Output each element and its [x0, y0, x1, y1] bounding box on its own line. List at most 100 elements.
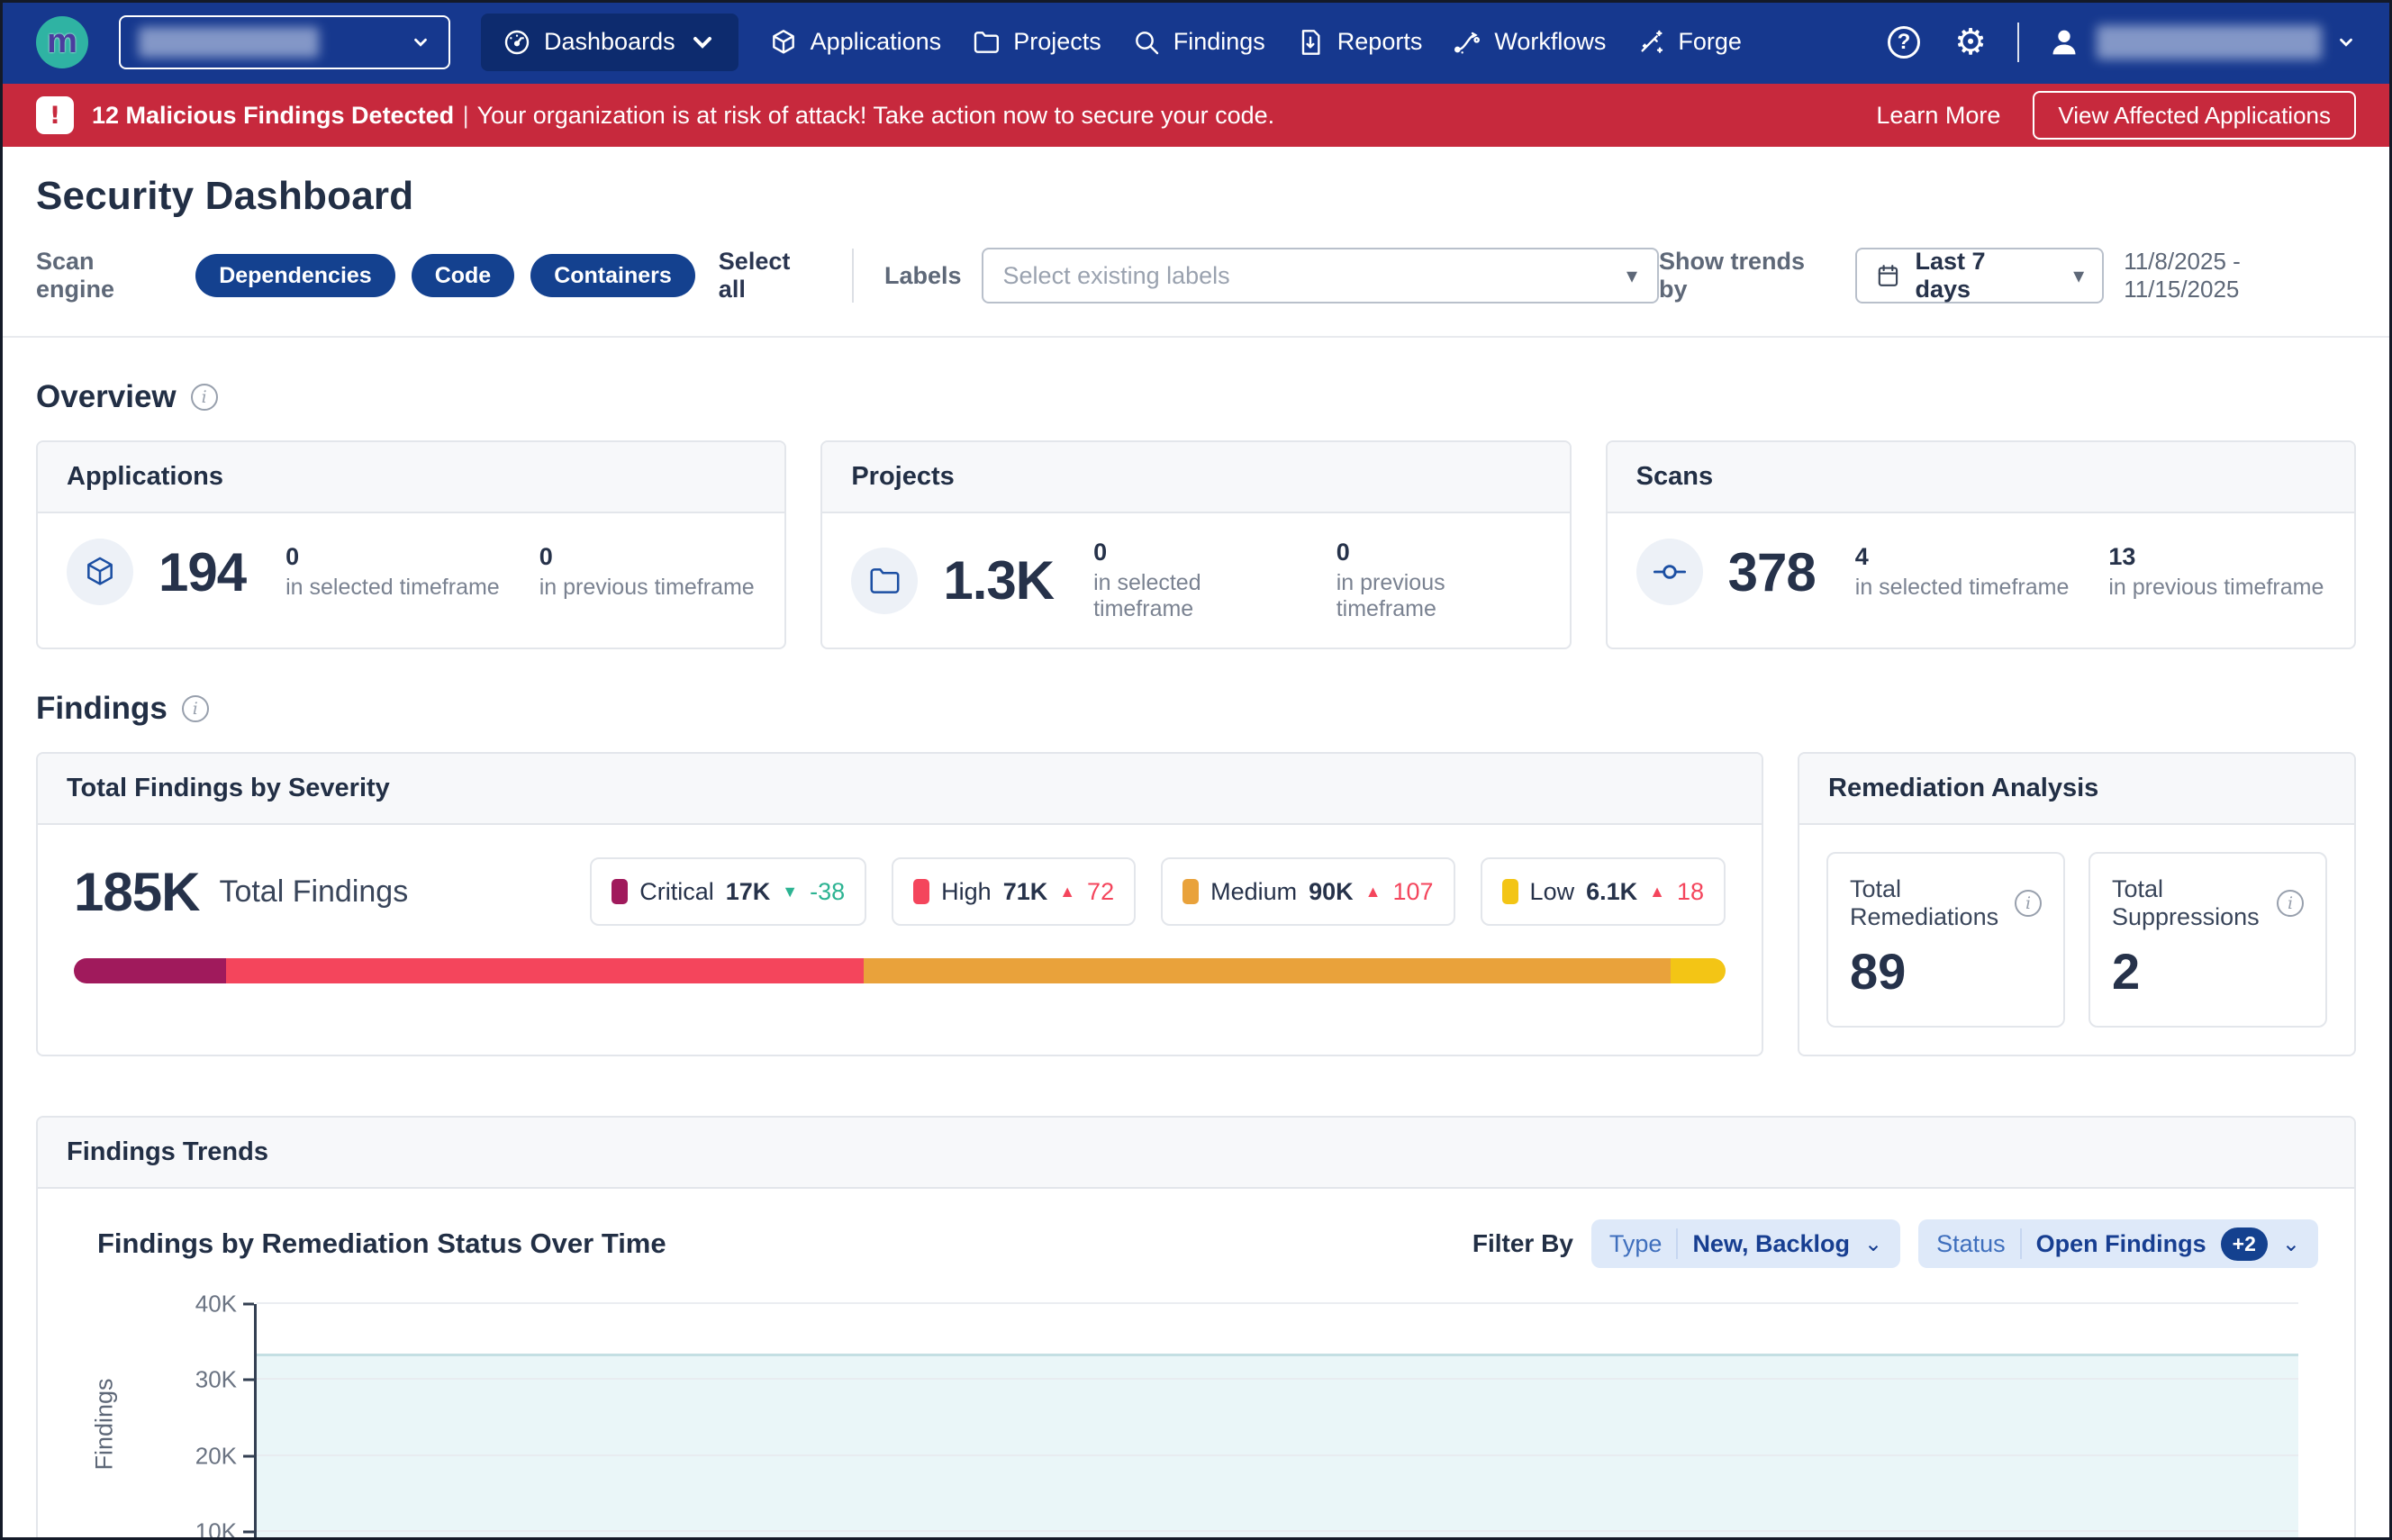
nav-item-dashboards[interactable]: Dashboards — [481, 14, 738, 71]
banner-message: Your organization is at risk of attack! … — [477, 102, 1275, 129]
chart-plot-area: 0 10K 20K 30K 40K — [254, 1304, 2298, 1540]
findings-trends-card: Findings Trends Findings by Remediation … — [36, 1116, 2356, 1540]
nav-item-applications[interactable]: Applications — [769, 28, 942, 57]
nav-label: Findings — [1173, 28, 1265, 56]
total-findings-label: Total Findings — [219, 874, 408, 910]
stat-label: in previous timeframe — [1336, 570, 1541, 622]
severity-bar-segment — [226, 958, 864, 983]
calendar-icon — [1875, 262, 1901, 289]
y-axis-title: Findings — [91, 1378, 119, 1470]
trend-arrow-icon: ▲ — [1365, 883, 1382, 901]
nav-item-workflows[interactable]: Workflows — [1453, 28, 1606, 57]
top-nav: m Dashboards Applications Projects Findi… — [0, 0, 2392, 84]
view-affected-applications-button[interactable]: View Affected Applications — [2033, 91, 2356, 140]
trend-period-select[interactable]: Last 7 days ▾ — [1855, 248, 2105, 303]
organization-select[interactable] — [119, 15, 450, 69]
nav-item-forge[interactable]: Forge — [1636, 28, 1742, 57]
chart-title: Findings by Remediation Status Over Time — [97, 1227, 666, 1260]
y-tick — [243, 1454, 254, 1457]
gridline — [257, 1454, 2298, 1456]
info-icon[interactable]: i — [182, 695, 209, 722]
help-button[interactable]: ? — [1884, 23, 1924, 62]
y-tick — [243, 1379, 254, 1381]
stat-value: 4 — [1855, 543, 2070, 571]
malicious-findings-banner: ! 12 Malicious Findings Detected | Your … — [0, 84, 2392, 147]
low-swatch-icon — [1502, 879, 1518, 904]
folder-icon — [867, 564, 902, 598]
folder-icon — [972, 28, 1001, 57]
nav-item-findings[interactable]: Findings — [1132, 28, 1265, 57]
projects-total: 1.3K — [943, 549, 1054, 611]
severity-bar-segment — [864, 958, 1672, 983]
search-icon — [1132, 28, 1161, 57]
engine-chip-dependencies[interactable]: Dependencies — [195, 254, 395, 297]
medium-swatch-icon — [1182, 879, 1199, 904]
page-title: Security Dashboard — [36, 174, 2356, 219]
learn-more-link[interactable]: Learn More — [1876, 102, 2000, 130]
info-icon[interactable]: i — [191, 384, 218, 411]
select-all-link[interactable]: Select all — [719, 248, 821, 303]
status-extra-badge: +2 — [2221, 1227, 2268, 1261]
card-title: Scans — [1608, 442, 2354, 513]
y-tick — [243, 1530, 254, 1533]
labels-label: Labels — [884, 262, 962, 290]
stat-value: 0 — [1093, 539, 1297, 566]
gauge-icon — [503, 28, 531, 57]
scan-engine-label: Scan engine — [36, 248, 176, 303]
card-title: Total Findings by Severity — [38, 754, 1762, 825]
stat-value: 0 — [285, 543, 500, 571]
total-suppressions-box: Total Suppressions i 2 — [2088, 852, 2327, 1028]
workflow-icon — [1453, 28, 1481, 57]
alert-icon: ! — [36, 96, 74, 134]
engine-chip-code[interactable]: Code — [412, 254, 515, 297]
divider — [852, 249, 854, 303]
nav-label: Dashboards — [544, 28, 675, 56]
trend-arrow-icon: ▼ — [782, 883, 798, 901]
nav-item-projects[interactable]: Projects — [972, 28, 1101, 57]
stat-value: 0 — [1336, 539, 1541, 566]
high-swatch-icon — [913, 879, 929, 904]
severity-chip-critical[interactable]: Critical 17K ▼ -38 — [590, 857, 866, 926]
nav-item-reports[interactable]: Reports — [1296, 28, 1423, 57]
help-icon: ? — [1888, 26, 1920, 59]
settings-button[interactable]: ⚙ — [1951, 23, 1990, 62]
chevron-down-icon: ⌄ — [2282, 1231, 2300, 1257]
nav-divider — [2017, 23, 2019, 62]
y-tick-label: 40K — [195, 1291, 237, 1318]
scans-total: 378 — [1728, 541, 1816, 603]
type-filter[interactable]: Type New, Backlog ⌄ — [1591, 1219, 1900, 1268]
stat-label: in selected timeframe — [285, 575, 500, 601]
gridline — [257, 1378, 2298, 1380]
card-title: Remediation Analysis — [1799, 754, 2354, 825]
gear-icon: ⚙ — [1954, 24, 1987, 60]
status-filter[interactable]: Status Open Findings +2 ⌄ — [1918, 1219, 2318, 1268]
user-menu[interactable] — [2046, 24, 2356, 60]
severity-chip-low[interactable]: Low 6.1K ▲ 18 — [1481, 857, 1726, 926]
nav-label: Forge — [1678, 28, 1742, 56]
divider — [0, 336, 2392, 338]
open-findings-area — [257, 1354, 2298, 1540]
severity-chip-medium[interactable]: Medium 90K ▲ 107 — [1161, 857, 1454, 926]
y-tick-label: 30K — [195, 1366, 237, 1394]
nav-label: Reports — [1337, 28, 1423, 56]
stat-label: in previous timeframe — [2108, 575, 2324, 601]
info-icon[interactable]: i — [2015, 890, 2042, 917]
info-icon[interactable]: i — [2277, 890, 2304, 917]
gridline — [257, 1530, 2298, 1532]
labels-select[interactable]: Select existing labels ▾ — [982, 248, 1660, 303]
chevron-down-icon — [411, 32, 430, 52]
user-name-redacted — [2097, 25, 2322, 59]
engine-chip-containers[interactable]: Containers — [530, 254, 695, 297]
stat-value: 0 — [539, 543, 755, 571]
card-title: Applications — [38, 442, 784, 513]
overview-heading: Overview — [36, 379, 177, 415]
severity-chip-high[interactable]: High 71K ▲ 72 — [892, 857, 1136, 926]
organization-name-redacted — [139, 27, 319, 58]
applications-total: 194 — [159, 541, 246, 603]
remediation-analysis-card: Remediation Analysis Total Remediations … — [1798, 752, 2356, 1056]
banner-separator: | — [463, 102, 469, 129]
wand-icon — [1636, 28, 1665, 57]
severity-bar-segment — [1671, 958, 1726, 983]
critical-swatch-icon — [612, 879, 628, 904]
date-range: 11/8/2025 - 11/15/2025 — [2124, 248, 2356, 303]
